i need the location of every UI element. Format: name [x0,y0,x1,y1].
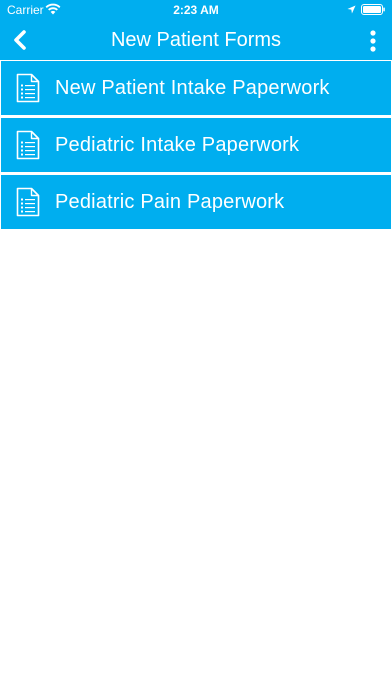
app-header: Carrier 2:23 AM New Patient Forms [0,0,392,60]
nav-bar: New Patient Forms [0,20,392,60]
location-icon [347,5,356,14]
form-item-label: Pediatric Pain Paperwork [55,191,285,213]
form-item-pediatric-intake[interactable]: Pediatric Intake Paperwork [1,118,391,172]
form-list: New Patient Intake Paperwork Pediatric I… [1,61,391,232]
document-icon [16,187,40,217]
more-options-button[interactable] [362,28,384,54]
back-button[interactable] [8,26,32,54]
form-item-new-patient-intake[interactable]: New Patient Intake Paperwork [1,61,391,115]
form-item-label: New Patient Intake Paperwork [55,77,330,99]
form-item-pediatric-pain[interactable]: Pediatric Pain Paperwork [1,175,391,229]
more-vertical-icon [370,30,376,52]
battery-icon [361,4,385,15]
chevron-left-icon [14,30,26,50]
form-item-label: Pediatric Intake Paperwork [55,134,300,156]
document-icon [16,73,40,103]
page-title: New Patient Forms [110,29,282,51]
status-time: 2:23 AM [173,3,219,17]
document-icon [16,130,40,160]
status-bar: Carrier 2:23 AM [0,0,392,20]
